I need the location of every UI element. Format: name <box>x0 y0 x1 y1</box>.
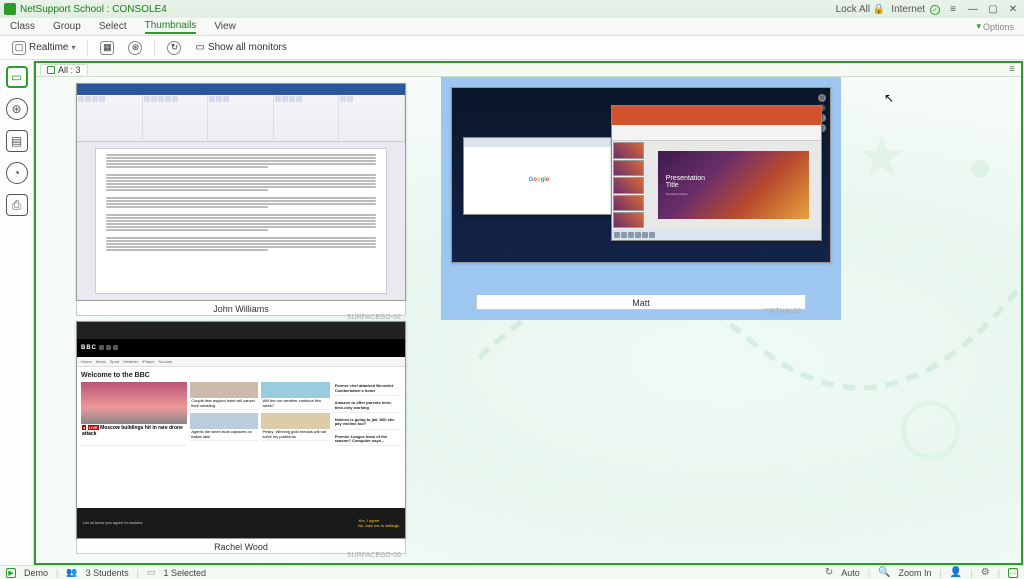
menu-class[interactable]: Class <box>10 21 35 32</box>
padlock-icon: 🔒 <box>873 4 885 15</box>
tab-all[interactable]: All : 3 <box>40 64 88 75</box>
side-window-icon[interactable]: ▤ <box>6 130 28 152</box>
globe-icon: ⊛ <box>128 41 142 55</box>
menu-view[interactable]: View <box>214 21 236 32</box>
refresh-button[interactable]: ↻ <box>163 39 185 57</box>
globe-button[interactable]: ⊛ <box>124 39 146 57</box>
student-device: VIRTUAL03 <box>764 308 801 315</box>
group-tabstrip: All : 3 ≡ <box>36 63 1021 77</box>
selected-icon: ▭ <box>147 567 156 578</box>
window-title: NetSupport School : CONSOLE4 <box>20 4 836 15</box>
zoom-icon[interactable]: 🔍 <box>878 567 890 578</box>
powerpoint-window: Presentation TitlePresenter Name <box>611 105 823 241</box>
workspace: All : 3 ≡ <box>34 61 1023 565</box>
hamburger-icon[interactable]: ≡ <box>1009 64 1015 75</box>
square-icon <box>47 66 55 74</box>
monitor-icon: ▭ <box>195 42 204 53</box>
show-all-monitors[interactable]: ▭ Show all monitors <box>191 40 290 55</box>
settings-icon[interactable]: ⚙ <box>981 567 990 578</box>
student-name: Rachel Wood <box>79 542 403 552</box>
menu-bar: Class Group Select Thumbnails View ▾Opti… <box>0 18 1024 36</box>
minimize-button[interactable]: — <box>966 4 980 15</box>
close-button[interactable]: ✕ <box>1006 4 1020 15</box>
left-sidebar: ▭ ⊛ ▤ ◔ ⎙ <box>0 60 34 565</box>
menu-icon[interactable]: ≡ <box>946 4 960 15</box>
browser-preview: BBC HomeNewsSportWeatheriPlayerSounds We… <box>77 322 405 538</box>
bbc-logo: BBC <box>81 345 97 351</box>
menu-select[interactable]: Select <box>99 21 127 32</box>
status-zoom[interactable]: Zoom In <box>899 568 932 578</box>
options-button[interactable]: ▾Options <box>976 21 1014 32</box>
check-icon: ✓ <box>930 5 940 15</box>
chevron-down-icon: ▾ <box>71 43 75 52</box>
student-thumb-rachel[interactable]: BBC HomeNewsSportWeatheriPlayerSounds We… <box>76 321 406 554</box>
lock-all-button[interactable]: Lock All 🔒 <box>836 4 886 15</box>
chrome-window: Google <box>463 137 614 215</box>
person-icon[interactable]: 👤 <box>950 567 962 578</box>
maximize-button[interactable]: ▢ <box>986 4 1000 15</box>
realtime-icon: ▢ <box>12 41 26 55</box>
status-demo: Demo <box>24 568 48 578</box>
word-preview <box>77 84 405 300</box>
grid-view-button[interactable]: ▦ <box>96 39 118 57</box>
google-logo: Google <box>529 177 550 183</box>
student-device: SURFACEGO-02 <box>347 314 401 321</box>
refresh-icon: ↻ <box>167 41 181 55</box>
pin-icon: ⊙ <box>818 94 826 102</box>
internet-status[interactable]: Internet ✓ <box>891 4 940 15</box>
menu-thumbnails[interactable]: Thumbnails <box>145 20 197 34</box>
refresh-icon[interactable]: ↻ <box>825 567 833 578</box>
status-students: 3 Students <box>86 568 129 578</box>
desktop-preview: ⊙ ⦿ ○ ○ Google <box>452 88 830 262</box>
status-demo-icon: ▶ <box>6 568 16 578</box>
student-name: Matt <box>479 298 803 308</box>
student-device: SURFACEGO-06 <box>347 552 401 559</box>
status-bar: ▶ Demo | 👥 3 Students | ▭ 1 Selected ↻ A… <box>0 565 1024 579</box>
ribbon-toolbar: ▢ Realtime ▾ ▦ ⊛ ↻ ▭ Show all monitors <box>0 36 1024 60</box>
realtime-button[interactable]: ▢ Realtime ▾ <box>8 39 79 57</box>
side-pie-icon[interactable]: ◔ <box>6 162 28 184</box>
student-name: John Williams <box>79 304 403 314</box>
mouse-cursor: ↖ <box>884 91 894 105</box>
title-bar: NetSupport School : CONSOLE4 Lock All 🔒 … <box>0 0 1024 18</box>
status-auto[interactable]: Auto <box>841 568 860 578</box>
expand-icon[interactable]: ⛶ <box>1008 568 1018 578</box>
side-monitor-icon[interactable]: ▭ <box>6 66 28 88</box>
grid-icon: ▦ <box>100 41 114 55</box>
status-selected: 1 Selected <box>163 568 206 578</box>
side-print-icon[interactable]: ⎙ <box>6 194 28 216</box>
menu-group[interactable]: Group <box>53 21 81 32</box>
side-globe-icon[interactable]: ⊛ <box>6 98 28 120</box>
app-icon <box>4 3 16 15</box>
people-icon: 👥 <box>66 567 77 578</box>
student-thumb-john[interactable]: John WilliamsSURFACEGO-02 <box>76 83 406 316</box>
student-thumb-matt[interactable]: ⊙ ⦿ ○ ○ Google <box>441 77 841 320</box>
